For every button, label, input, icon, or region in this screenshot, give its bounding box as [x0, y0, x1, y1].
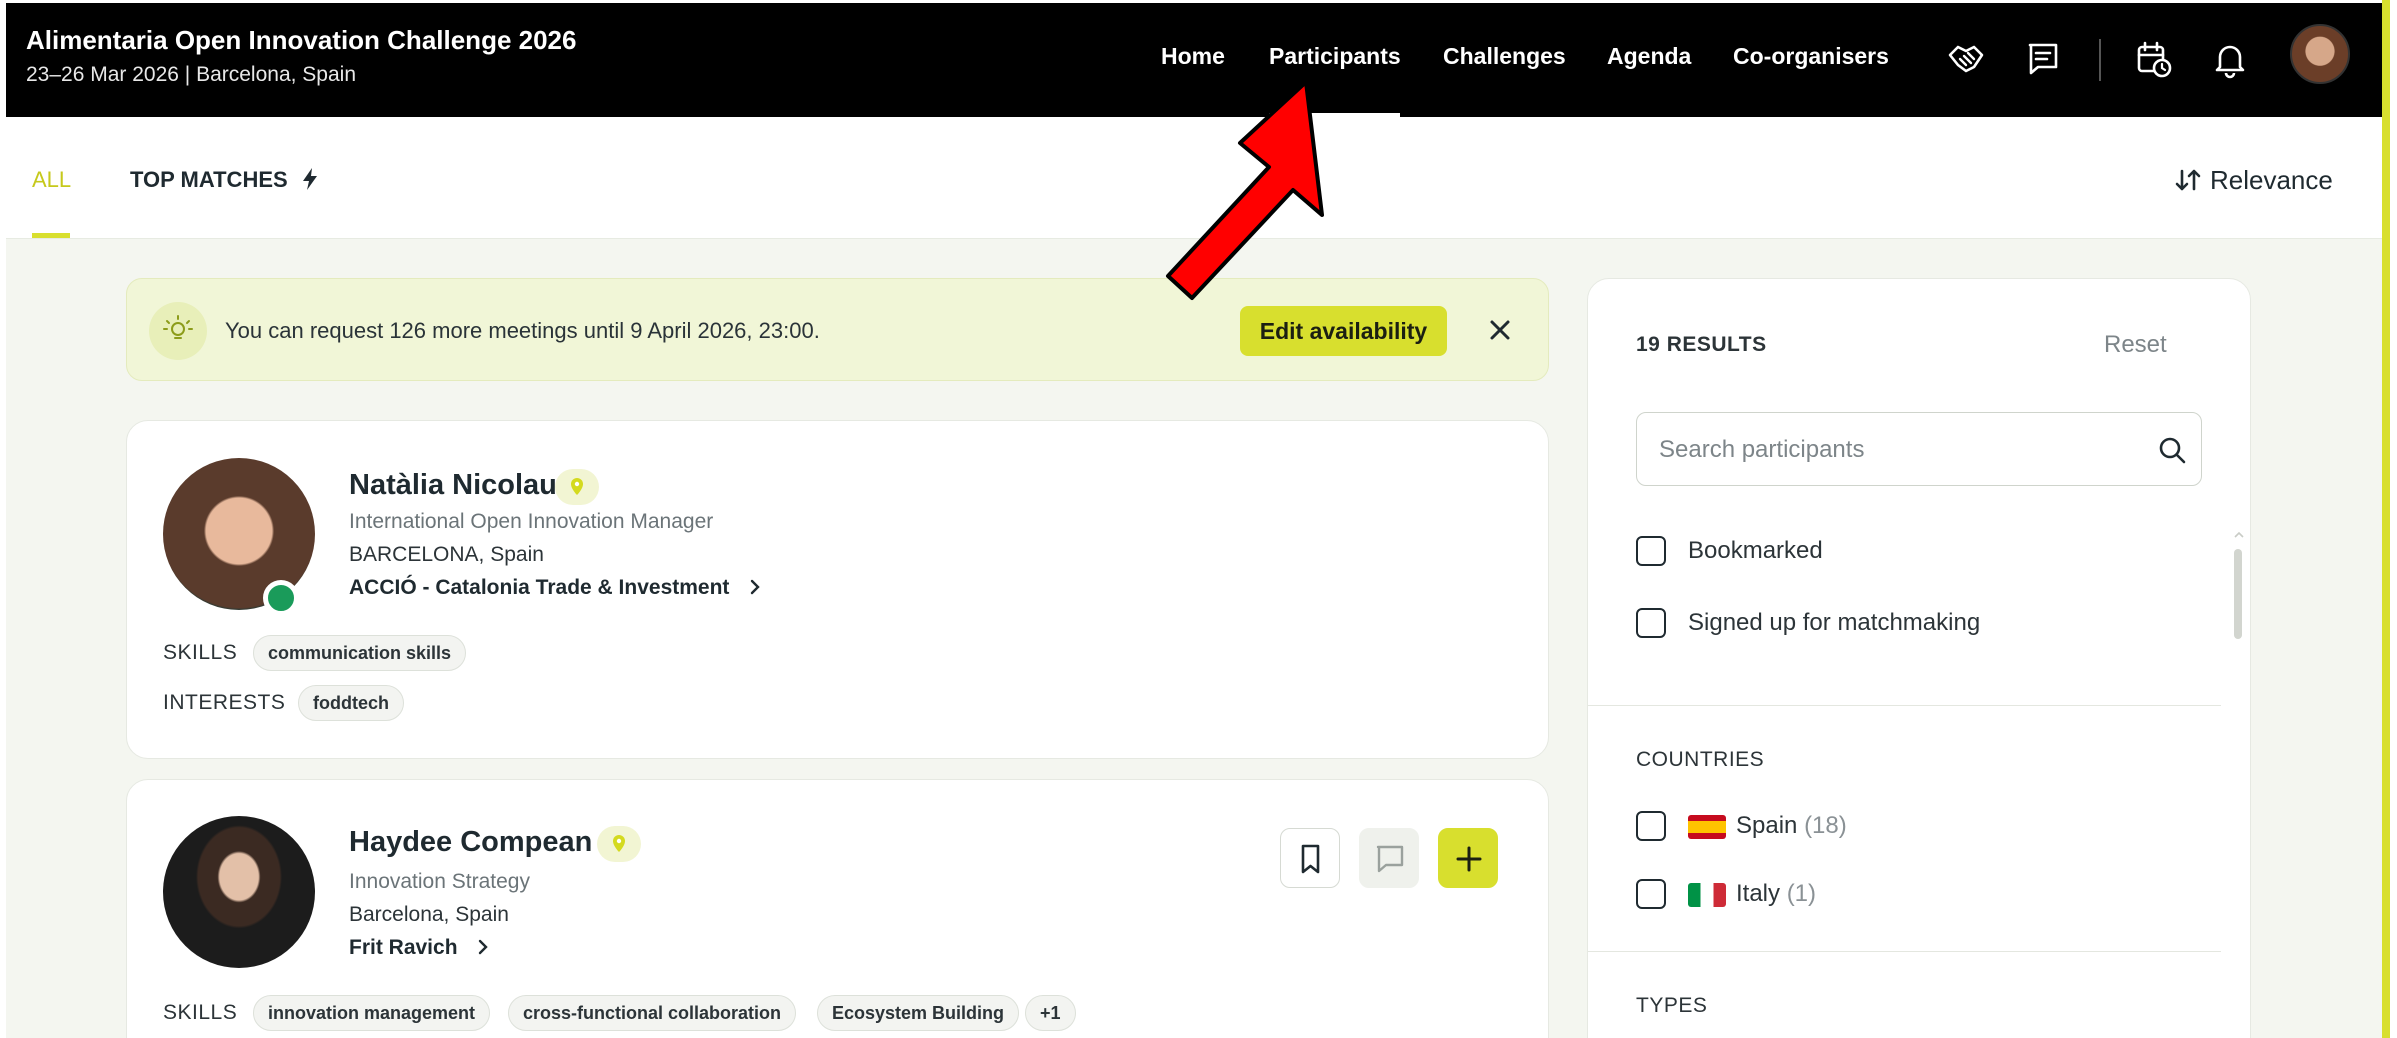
lightbulb-icon — [149, 302, 207, 360]
skill-chip: Ecosystem Building — [817, 995, 1020, 1031]
countries-heading: COUNTRIES — [1636, 748, 1765, 771]
signed-up-checkbox[interactable] — [1636, 608, 1666, 638]
types-heading: TYPES — [1636, 994, 1708, 1017]
bookmarked-checkbox[interactable] — [1636, 536, 1666, 566]
nav-divider — [2099, 39, 2101, 81]
organization-name: Frit Ravich — [349, 936, 458, 959]
interest-chip: foddtech — [298, 685, 404, 721]
nav-challenges[interactable]: Challenges — [1443, 43, 1566, 70]
tab-top-matches-label: TOP MATCHES — [130, 167, 288, 192]
participant-name[interactable]: Haydee Compean — [349, 826, 592, 859]
right-edge-accent — [2382, 0, 2390, 1038]
skill-chip: communication skills — [253, 635, 467, 671]
participant-card[interactable]: Haydee Compean Innovation Strategy Barce… — [126, 779, 1549, 1038]
italy-checkbox[interactable] — [1636, 879, 1666, 909]
request-meeting-button[interactable] — [1438, 828, 1498, 888]
plus-icon — [1456, 846, 1482, 872]
filter-country-spain[interactable]: Spain (18) — [1636, 811, 1936, 843]
chat-icon — [1376, 845, 1404, 873]
sort-arrows-icon — [2175, 169, 2201, 191]
event-subtitle: 23–26 Mar 2026 | Barcelona, Spain — [26, 63, 357, 86]
country-count: (18) — [1804, 812, 1847, 839]
section-divider — [1588, 705, 2221, 706]
participant-role: Innovation Strategy — [349, 870, 530, 893]
nav-co-organisers[interactable]: Co-organisers — [1733, 43, 1889, 70]
bookmarked-label: Bookmarked — [1688, 537, 1823, 564]
skills-label: SKILLS — [163, 641, 238, 664]
search-input[interactable] — [1659, 431, 2129, 469]
scrollbar-thumb[interactable] — [2234, 549, 2242, 639]
interests-label: INTERESTS — [163, 691, 286, 714]
results-count: 19 RESULTS — [1636, 333, 1767, 356]
event-title[interactable]: Alimentaria Open Innovation Challenge 20… — [26, 25, 576, 56]
country-label: Italy (1) — [1736, 880, 1816, 908]
more-skills-chip[interactable]: +1 — [1025, 995, 1076, 1031]
participant-name[interactable]: Natàlia Nicolau — [349, 469, 557, 502]
online-status-dot — [263, 580, 299, 616]
participant-photo[interactable] — [163, 816, 315, 968]
filter-panel: 19 RESULTS Reset Bookmarked Signed up fo… — [1587, 278, 2251, 1038]
active-tab-indicator — [32, 233, 70, 238]
participant-role: International Open Innovation Manager — [349, 510, 714, 533]
close-icon[interactable] — [1485, 315, 1515, 345]
participant-organization-link[interactable]: ACCIÓ - Catalonia Trade & Investment — [349, 576, 765, 600]
nav-agenda[interactable]: Agenda — [1607, 43, 1691, 70]
skills-label: SKILLS — [163, 1001, 238, 1024]
country-name: Italy — [1736, 880, 1781, 907]
reset-filters-button[interactable]: Reset — [2104, 331, 2167, 359]
chevron-right-icon — [751, 579, 760, 595]
search-icon[interactable] — [2157, 435, 2187, 465]
lightning-icon — [302, 168, 317, 190]
participant-organization-link[interactable]: Frit Ravich — [349, 936, 493, 960]
country-name: Spain — [1736, 812, 1798, 839]
location-pin-icon — [555, 469, 599, 505]
participant-location: Barcelona, Spain — [349, 903, 509, 926]
annotation-arrow — [1166, 80, 1324, 300]
participant-location: BARCELONA, Spain — [349, 543, 544, 566]
skill-chip: cross-functional collaboration — [508, 995, 797, 1031]
participant-card[interactable]: Natàlia Nicolau International Open Innov… — [126, 420, 1549, 759]
filter-scrollbar[interactable] — [2230, 529, 2244, 649]
chevron-right-icon — [479, 939, 489, 955]
spain-flag-icon — [1688, 815, 1726, 839]
message-button[interactable] — [1359, 828, 1419, 888]
signed-up-label: Signed up for matchmaking — [1688, 609, 1981, 636]
bell-icon[interactable] — [2210, 39, 2250, 79]
bookmark-button[interactable] — [1280, 828, 1340, 888]
sort-dropdown[interactable]: Relevance — [2174, 165, 2333, 196]
bookmark-icon — [1301, 844, 1320, 874]
filter-bookmarked[interactable]: Bookmarked — [1636, 536, 2036, 568]
filter-country-italy[interactable]: Italy (1) — [1636, 879, 1936, 911]
filter-signed-up[interactable]: Signed up for matchmaking — [1636, 608, 2136, 640]
italy-flag-icon — [1688, 883, 1726, 907]
user-avatar[interactable] — [2290, 24, 2350, 84]
meetings-info-text: You can request 126 more meetings until … — [225, 318, 820, 343]
handshake-icon[interactable] — [1946, 39, 1986, 79]
organization-name: ACCIÓ - Catalonia Trade & Investment — [349, 576, 730, 599]
tab-all[interactable]: ALL — [32, 167, 71, 193]
search-box — [1636, 412, 2202, 486]
sort-label: Relevance — [2210, 165, 2333, 195]
location-pin-icon — [597, 826, 641, 862]
calendar-clock-icon[interactable] — [2133, 39, 2173, 79]
message-icon[interactable] — [2023, 39, 2063, 79]
section-divider — [1588, 951, 2221, 952]
skill-chip: innovation management — [253, 995, 491, 1031]
tab-top-matches[interactable]: TOP MATCHES — [130, 167, 320, 193]
edit-availability-button[interactable]: Edit availability — [1240, 306, 1447, 356]
country-count: (1) — [1786, 880, 1817, 907]
country-label: Spain (18) — [1736, 812, 1847, 840]
spain-checkbox[interactable] — [1636, 811, 1666, 841]
